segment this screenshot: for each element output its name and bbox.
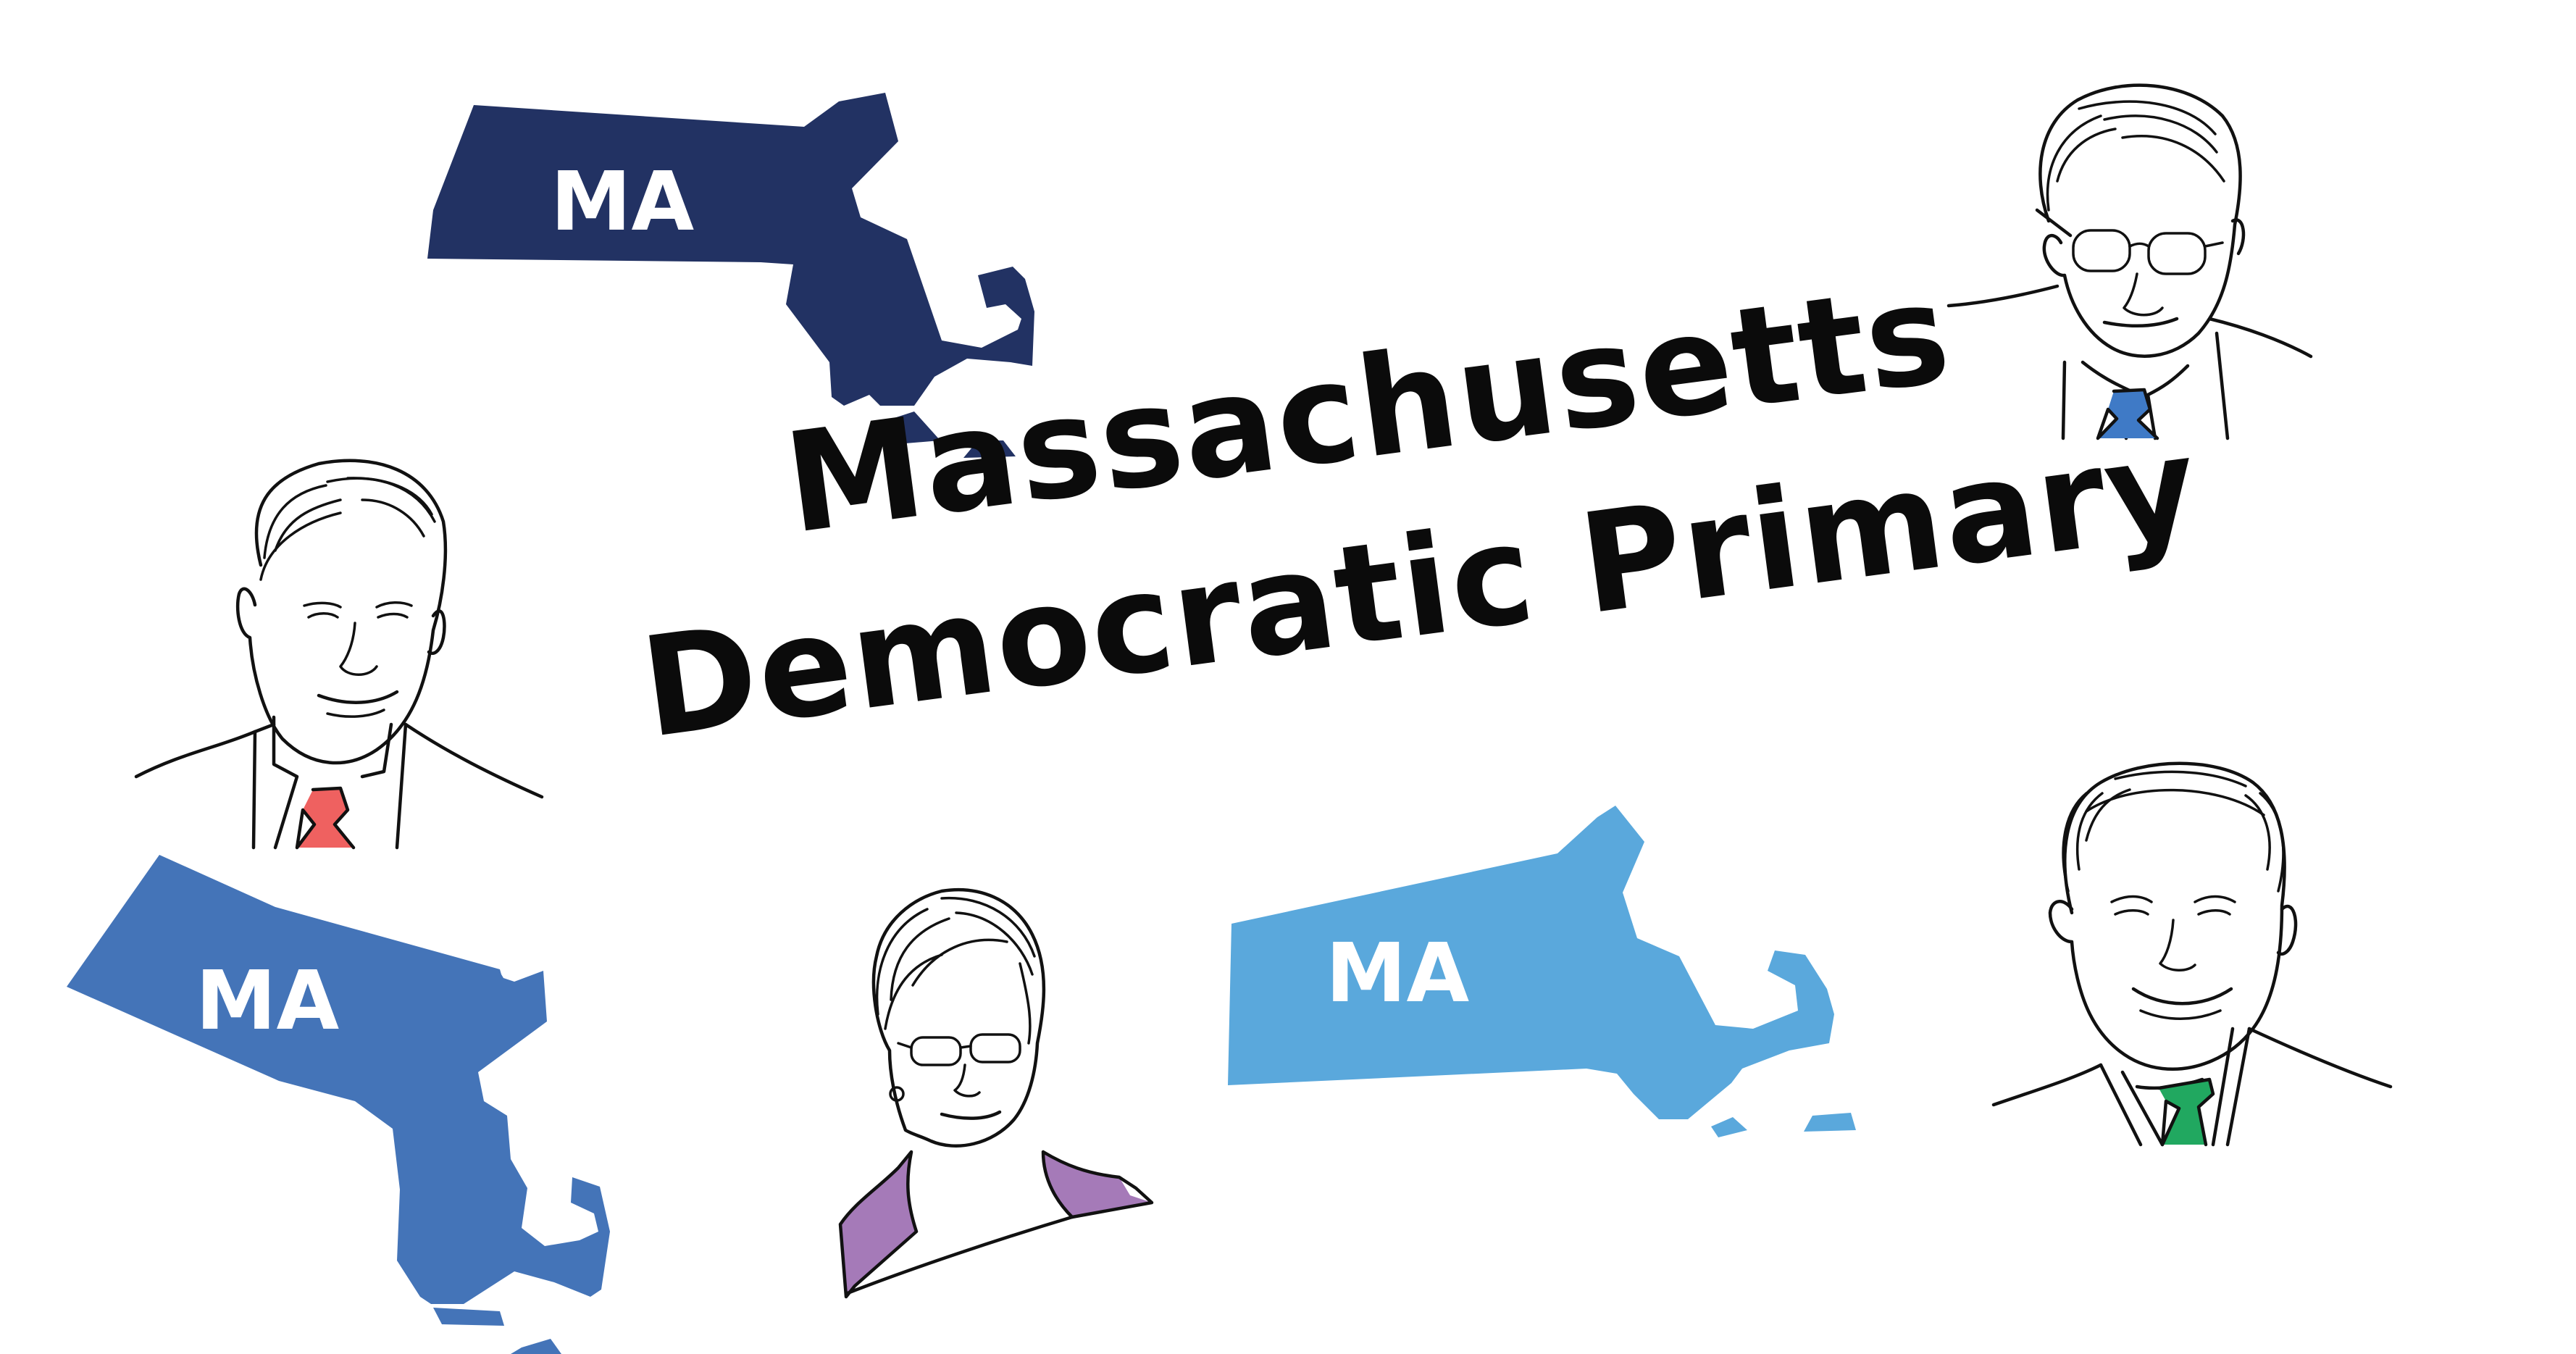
map-label: MA [551, 155, 694, 249]
state-map-icon: MA [67, 855, 610, 1354]
map-label: MA [196, 954, 339, 1048]
candidate-portrait-icon [1991, 761, 2393, 1147]
candidate-portrait-icon [134, 459, 544, 850]
candidate-portrait-icon [838, 887, 1154, 1299]
candidate-portrait-icon [1946, 83, 2313, 440]
state-map-icon: MA [1228, 806, 1856, 1137]
map-label: MA [1326, 927, 1469, 1021]
